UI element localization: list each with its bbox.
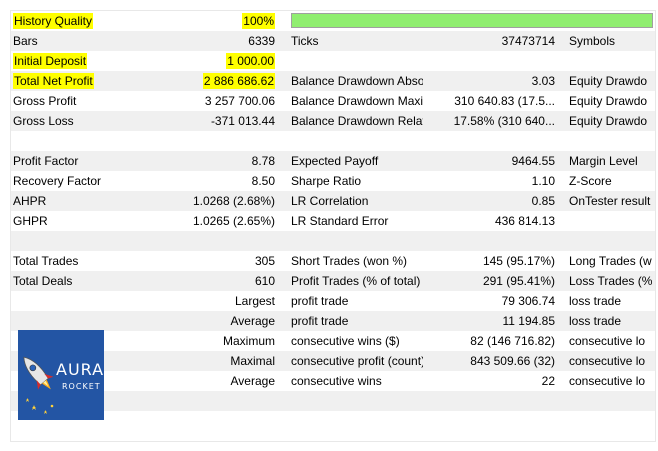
balance-drawdown-maximal-label: Balance Drawdown Maxi... xyxy=(291,94,423,108)
total-trades-value: 305 xyxy=(254,254,275,268)
sharpe-ratio-label: Sharpe Ratio xyxy=(291,174,362,188)
ghpr-label: GHPR xyxy=(13,214,48,228)
total-net-profit-value: 2 886 686.62 xyxy=(202,73,275,89)
average-consecutive-losses-label: consecutive lo xyxy=(569,374,646,388)
total-trades-label: Total Trades xyxy=(13,254,79,268)
row-history-quality: History Quality 100% xyxy=(11,11,655,31)
ticks-value: 37473714 xyxy=(501,34,555,48)
row-maximum: Maximum consecutive wins ($) 82 (146 716… xyxy=(11,331,655,351)
history-quality-bar xyxy=(291,13,653,28)
balance-drawdown-absolute-value: 3.03 xyxy=(531,74,555,88)
row-initial-deposit: Initial Deposit 1 000.00 xyxy=(11,51,655,71)
history-quality-fill xyxy=(292,14,652,27)
row-total-deals: Total Deals 610 Profit Trades (% of tota… xyxy=(11,271,655,291)
balance-drawdown-relative-value: 17.58% (310 640... xyxy=(453,114,555,128)
history-quality-label: History Quality xyxy=(13,13,94,29)
average-label: Average xyxy=(230,314,275,328)
loss-trades-label: Loss Trades (% xyxy=(569,274,653,288)
profit-factor-value: 8.78 xyxy=(251,154,275,168)
bars-label: Bars xyxy=(13,34,38,48)
maximum-consecutive-losses-label: consecutive lo xyxy=(569,334,646,348)
balance-drawdown-maximal-value: 310 640.83 (17.5... xyxy=(454,94,555,108)
largest-profit-trade-label: profit trade xyxy=(291,294,349,308)
profit-factor-label: Profit Factor xyxy=(13,154,79,168)
largest-label: Largest xyxy=(234,294,275,308)
row-average-consecutive: Average consecutive wins 22 consecutive … xyxy=(11,371,655,391)
average-loss-trade-label: loss trade xyxy=(569,314,622,328)
initial-deposit-label: Initial Deposit xyxy=(13,53,88,69)
average-profit-trade-label: profit trade xyxy=(291,314,349,328)
average-profit-trade-value: 11 194.85 xyxy=(502,314,556,328)
gross-loss-value: -371 013.44 xyxy=(210,114,275,128)
maximal-consecutive-profit-value: 843 509.66 (32) xyxy=(470,354,555,368)
recovery-factor-value: 8.50 xyxy=(251,174,275,188)
ghpr-value: 1.0265 (2.65%) xyxy=(192,214,275,228)
row-largest: Largest profit trade 79 306.74 loss trad… xyxy=(11,291,655,311)
row-gross-profit: Gross Profit 3 257 700.06 Balance Drawdo… xyxy=(11,91,655,111)
lr-correlation-label: LR Correlation xyxy=(291,194,369,208)
row-bars: Bars 6339 Ticks 37473714 Symbols xyxy=(11,31,655,51)
maximum-consecutive-wins-label: consecutive wins ($) xyxy=(291,334,400,348)
row-profit-factor: Profit Factor 8.78 Expected Payoff 9464.… xyxy=(11,151,655,171)
total-deals-label: Total Deals xyxy=(13,274,73,288)
gross-profit-label: Gross Profit xyxy=(13,94,77,108)
maximal-consecutive-loss-label: consecutive lo xyxy=(569,354,646,368)
row-recovery-factor: Recovery Factor 8.50 Sharpe Ratio 1.10 Z… xyxy=(11,171,655,191)
expected-payoff-value: 9464.55 xyxy=(511,154,555,168)
ontester-result-label: OnTester result xyxy=(569,194,651,208)
row-ghpr: GHPR 1.0265 (2.65%) LR Standard Error 43… xyxy=(11,211,655,231)
short-trades-value: 145 (95.17%) xyxy=(482,254,555,268)
profit-trades-label: Profit Trades (% of total) xyxy=(291,274,421,288)
ahpr-label: AHPR xyxy=(13,194,47,208)
row-average: Average profit trade 11 194.85 loss trad… xyxy=(11,311,655,331)
balance-drawdown-relative-label: Balance Drawdown Relati... xyxy=(291,114,423,128)
logo-text-aura: AURA xyxy=(56,360,105,379)
row-spacer xyxy=(11,131,655,151)
initial-deposit-value: 1 000.00 xyxy=(226,53,275,69)
average-consecutive-wins-value: 22 xyxy=(541,374,555,388)
sharpe-ratio-value: 1.10 xyxy=(531,174,555,188)
row-total-net-profit: Total Net Profit 2 886 686.62 Balance Dr… xyxy=(11,71,655,91)
ahpr-value: 1.0268 (2.68%) xyxy=(192,194,275,208)
equity-drawdown-absolute-label: Equity Drawdo xyxy=(569,74,648,88)
lr-standard-error-value: 436 814.13 xyxy=(494,214,555,228)
lr-standard-error-label: LR Standard Error xyxy=(291,214,389,228)
row-total-trades: Total Trades 305 Short Trades (won %) 14… xyxy=(11,251,655,271)
total-deals-value: 610 xyxy=(254,274,275,288)
symbols-label: Symbols xyxy=(569,34,616,48)
recovery-factor-label: Recovery Factor xyxy=(13,174,102,188)
largest-loss-trade-label: loss trade xyxy=(569,294,622,308)
equity-drawdown-relative-label: Equity Drawdo xyxy=(569,114,648,128)
row-gross-loss: Gross Loss -371 013.44 Balance Drawdown … xyxy=(11,111,655,131)
row-maximal: Maximal consecutive profit (count) 843 5… xyxy=(11,351,655,371)
history-quality-value: 100% xyxy=(242,13,275,29)
z-score-label: Z-Score xyxy=(569,174,612,188)
aura-rocket-logo: AURA ROCKET xyxy=(18,330,104,420)
expected-payoff-label: Expected Payoff xyxy=(291,154,379,168)
largest-profit-trade-value: 79 306.74 xyxy=(501,294,555,308)
tester-report-table: History Quality 100% Bars 6339 Ticks 374… xyxy=(10,10,656,442)
short-trades-label: Short Trades (won %) xyxy=(291,254,408,268)
maximum-consecutive-wins-value: 82 (146 716.82) xyxy=(470,334,555,348)
gross-profit-value: 3 257 700.06 xyxy=(204,94,275,108)
row-spacer xyxy=(11,391,655,411)
total-net-profit-label: Total Net Profit xyxy=(13,73,94,89)
lr-correlation-value: 0.85 xyxy=(531,194,555,208)
equity-drawdown-maximal-label: Equity Drawdo xyxy=(569,94,648,108)
row-ahpr: AHPR 1.0268 (2.68%) LR Correlation 0.85 … xyxy=(11,191,655,211)
row-spacer xyxy=(11,231,655,251)
logo-text-rocket: ROCKET xyxy=(62,382,101,391)
gross-loss-label: Gross Loss xyxy=(13,114,74,128)
margin-level-label: Margin Level xyxy=(569,154,638,168)
profit-trades-value: 291 (95.41%) xyxy=(482,274,555,288)
average-consecutive-wins-label: consecutive wins xyxy=(291,374,382,388)
long-trades-label: Long Trades (w xyxy=(569,254,652,268)
balance-drawdown-absolute-label: Balance Drawdown Absol... xyxy=(291,74,423,88)
ticks-label: Ticks xyxy=(291,34,319,48)
bars-value: 6339 xyxy=(248,34,275,48)
maximal-consecutive-profit-label: consecutive profit (count) xyxy=(291,354,423,368)
